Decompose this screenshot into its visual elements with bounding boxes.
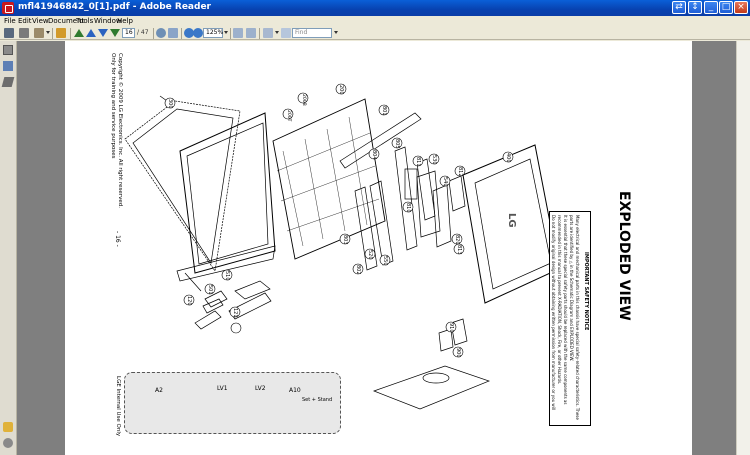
part-label: 803: [342, 235, 348, 245]
page-number-field[interactable]: 16: [122, 28, 135, 38]
safety-notice-line: It is essential that these special safet…: [563, 215, 568, 405]
part-label: 804: [371, 150, 377, 160]
rotate-icon[interactable]: [263, 28, 273, 38]
part-label: 550: [382, 256, 388, 266]
zoom-dropdown-icon[interactable]: [224, 31, 228, 34]
lg-logo: LG: [506, 213, 517, 228]
part-label: 121: [232, 308, 238, 318]
internal-use-label: LGE Internal Use Only: [115, 376, 121, 437]
part-label: 813: [456, 245, 462, 255]
part-label: 200: [338, 85, 344, 95]
accessory-label: LV1: [217, 385, 228, 392]
pdf-page: EXPLODED VIEW IMPORTANT SAFETY NOTICE Ma…: [65, 41, 692, 455]
layers-icon[interactable]: [1, 77, 15, 87]
part-label: 300: [167, 99, 173, 109]
menu-tools[interactable]: Tools: [76, 17, 93, 25]
maximize-button[interactable]: □: [719, 1, 733, 14]
part-label: 501: [207, 285, 213, 295]
training-text: Only for training and service purposes: [110, 53, 116, 159]
part-label: 540: [442, 177, 448, 187]
toolbar: 16 / 47 125% Find: [0, 27, 750, 40]
last-page-icon[interactable]: [110, 29, 120, 37]
part-label: 805: [394, 139, 400, 149]
part-label: 510: [224, 271, 230, 281]
find-input[interactable]: Find: [292, 28, 332, 38]
copyright-text: Copyright © 2009 LG Electronics. Inc. Al…: [117, 53, 123, 208]
page-count: / 47: [137, 29, 149, 36]
switch-button[interactable]: ⇄: [672, 1, 686, 14]
zoom-field[interactable]: 125%: [203, 28, 223, 38]
minimize-button[interactable]: _: [704, 1, 718, 14]
menu-bar: File Edit View Document Tools Window Hel…: [0, 16, 750, 27]
title-bar: mfl41946842_0[1].pdf - Adobe Reader ⇄ ↕ …: [0, 0, 750, 16]
previous-page-icon[interactable]: [86, 29, 96, 37]
close-button[interactable]: ×: [734, 1, 748, 14]
safety-notice-title: IMPORTANT SAFETY NOTICE: [583, 252, 589, 331]
safety-notice-line: Do not modify original design without ob…: [551, 215, 556, 411]
first-page-icon[interactable]: [74, 29, 84, 37]
part-label: 811: [415, 157, 421, 167]
part-label: 200T: [286, 110, 291, 122]
menu-view[interactable]: View: [32, 17, 49, 25]
menu-file[interactable]: File: [4, 17, 16, 25]
page-number-label: - 16 -: [114, 231, 121, 247]
part-label: 820: [454, 235, 460, 245]
page-heading: EXPLODED VIEW: [616, 191, 632, 321]
safety-notice-line: Many electrical and mechanical parts in …: [575, 215, 580, 420]
next-page-icon[interactable]: [98, 29, 108, 37]
fit-width-icon[interactable]: [246, 28, 256, 38]
safety-notice-box: IMPORTANT SAFETY NOTICE Many electrical …: [549, 211, 591, 426]
navigation-pane: [0, 41, 17, 455]
page-layout-icon[interactable]: [281, 28, 291, 38]
part-label: 520: [367, 250, 373, 260]
accessory-label: A10: [289, 387, 301, 394]
part-label: 810: [405, 203, 411, 213]
chevron-down-icon[interactable]: [275, 31, 279, 34]
pages-icon[interactable]: [3, 45, 13, 55]
accessory-label: A2: [155, 387, 163, 394]
part-label: 120: [186, 296, 192, 306]
part-label: 801: [381, 106, 387, 116]
set-stand-label: Set + Stand: [302, 397, 333, 403]
part-label: 530: [431, 155, 437, 165]
email-icon[interactable]: [34, 28, 44, 38]
window-title: mfl41946842_0[1].pdf - Adobe Reader: [18, 2, 211, 12]
accessory-panel: A2 LV1 LV2 A10 Set + Stand: [124, 372, 341, 434]
print-icon[interactable]: [19, 28, 29, 38]
menu-edit[interactable]: Edit: [18, 17, 32, 25]
select-tool-icon[interactable]: [168, 28, 178, 38]
hand-tool-icon[interactable]: [156, 28, 166, 38]
part-label: 400: [505, 153, 511, 163]
zoom-in-icon[interactable]: [193, 28, 203, 38]
part-label: 910: [448, 323, 454, 333]
fit-page-icon[interactable]: [233, 28, 243, 38]
comments-icon[interactable]: [3, 422, 13, 432]
find-dropdown-icon[interactable]: [334, 31, 338, 34]
collaborate-icon[interactable]: [56, 28, 66, 38]
chevron-down-icon[interactable]: [46, 31, 50, 34]
accessory-label: LV2: [255, 385, 266, 392]
safety-notice-line: recommended in this manual to prevent X-…: [557, 215, 562, 385]
bookmarks-icon[interactable]: [3, 61, 13, 71]
part-label: 802: [355, 265, 361, 275]
attachments-icon[interactable]: [3, 438, 13, 448]
save-icon[interactable]: [4, 28, 14, 38]
menu-help[interactable]: Help: [117, 17, 133, 25]
part-label: 900: [455, 348, 461, 358]
vertical-scrollbar[interactable]: [736, 41, 750, 455]
restore-button[interactable]: ↕: [688, 1, 702, 14]
part-label: 812: [457, 167, 463, 177]
adobe-reader-icon: [2, 2, 14, 14]
safety-notice-line: parts are identified by △ in the Schemat…: [569, 215, 574, 362]
part-label: 200B: [301, 94, 306, 106]
document-area[interactable]: EXPLODED VIEW IMPORTANT SAFETY NOTICE Ma…: [17, 41, 750, 455]
